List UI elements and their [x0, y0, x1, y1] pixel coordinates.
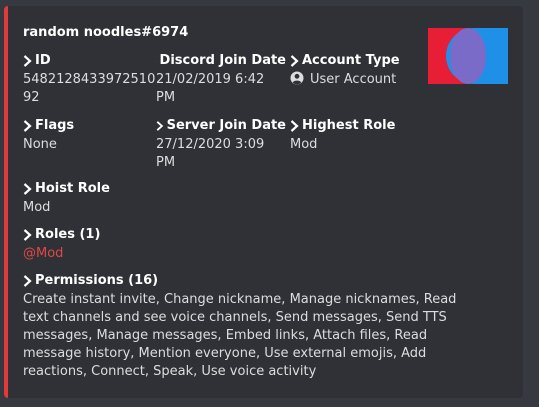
field-discord-join-date-name: Discord Join Date: [156, 53, 286, 68]
field-id: ID 5482128433972510 92: [23, 52, 156, 107]
chevron-right-icon: [156, 121, 164, 131]
field-server-join-date-name: Server Join Date: [156, 117, 286, 135]
chevron-right-icon: [23, 275, 32, 287]
field-server-join-date: Server Join Date 27/12/2020 3:09 PM: [156, 117, 286, 172]
field-highest-role: Highest Role Mod: [290, 117, 430, 154]
field-flags-name: Flags: [23, 117, 153, 135]
field-discord-join-date: Discord Join Date 21/02/2019 6:42 PM: [156, 52, 286, 107]
field-highest-role-value: Mod: [290, 137, 318, 152]
field-discord-join-date-value: 21/02/2019 6:42 PM: [156, 72, 265, 105]
red-blue-logo-thumbnail: [428, 28, 508, 84]
chevron-right-icon: [23, 183, 32, 195]
field-hoist-role: Hoist Role Mod: [23, 180, 423, 217]
chevron-right-icon: [156, 60, 157, 62]
field-highest-role-name: Highest Role: [290, 117, 430, 135]
field-id-value: 5482128433972510 92: [23, 72, 156, 105]
chevron-right-icon: [290, 55, 299, 67]
field-permissions-value: Create instant invite, Change nickname, …: [23, 292, 457, 379]
field-hoist-role-value: Mod: [23, 200, 51, 215]
field-permissions-name: Permissions (16): [23, 272, 513, 290]
chevron-right-icon: [290, 120, 299, 132]
field-id-name: ID: [23, 52, 153, 70]
user-info-embed: random noodles#6974 ID 5482128433972510 …: [4, 6, 523, 398]
field-account-type: Account Type User Account: [290, 52, 430, 89]
user-circle-icon: [290, 71, 304, 85]
field-account-type-name: Account Type: [290, 52, 430, 70]
field-flags-value: None: [23, 137, 57, 152]
field-roles-name: Roles (1): [23, 226, 423, 244]
chevron-right-icon: [23, 229, 32, 241]
chevron-right-icon: [23, 120, 32, 132]
field-flags: Flags None: [23, 117, 153, 154]
field-server-join-date-value: 27/12/2020 3:09 PM: [156, 137, 265, 170]
chevron-right-icon: [23, 55, 32, 67]
field-account-type-value: User Account: [290, 71, 430, 89]
field-roles: Roles (1) @Mod: [23, 226, 423, 263]
field-hoist-role-name: Hoist Role: [23, 180, 423, 198]
field-permissions: Permissions (16) Create instant invite, …: [23, 272, 513, 381]
embed-author: random noodles#6974: [23, 25, 189, 40]
role-mention-mod[interactable]: @Mod: [23, 246, 63, 261]
